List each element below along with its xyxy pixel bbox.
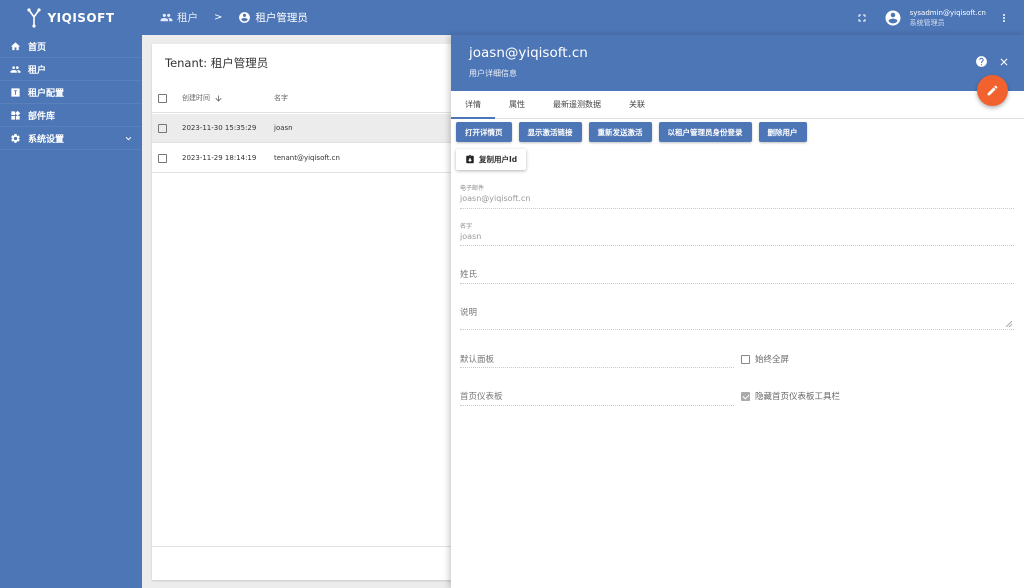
tab-latest-telemetry[interactable]: 最新遥测数据 [539,90,615,118]
cell-created-time: 2023-11-29 18:14:19 [182,154,257,162]
breadcrumb: 租户 > 租户管理员 [142,10,308,25]
last-name-field[interactable]: 姓氏 [460,268,1014,284]
widgets-icon [11,110,21,120]
column-name[interactable]: 名字 [274,93,288,103]
always-fullscreen-checkbox[interactable]: 始终全屏 [741,353,789,365]
breadcrumb-label: 租户 [177,12,198,24]
delete-user-button[interactable]: 删除用户 [758,122,807,142]
sidebar-item-system-settings[interactable]: 系统设置 [0,127,142,150]
more-vert-icon[interactable] [998,12,1010,24]
table-row[interactable]: 2023-11-30 15:35:29 joasn [152,114,462,143]
sidebar-item-label: 系统设置 [28,134,65,145]
hide-toolbar-label: 隐藏首页仪表板工具栏 [755,392,841,402]
logo-icon [27,7,42,28]
default-dashboard-field[interactable]: 默认面板 [460,353,734,368]
sidebar-item-home[interactable]: 首页 [0,35,142,58]
breadcrumb-label: 租户管理员 [255,12,308,24]
users-table-card: Tenant: 租户管理员 创建时间 名字 2023-11-30 15:35:2… [152,44,462,580]
users-icon [10,65,21,73]
column-label: 创建时间 [182,94,210,102]
table-row[interactable]: 2023-11-29 18:14:19 tenant@yiqisoft.cn [152,144,462,173]
sidebar: YIQISOFT 首页 租户 租户配置 部件库 系统设置 [0,0,142,588]
checkbox-box[interactable] [741,391,750,401]
cell-name: joasn [274,124,293,132]
sidebar-item-label: 租户 [28,65,47,76]
avatar[interactable] [884,9,902,27]
detail-tabs: 详情 属性 最新遥测数据 关联 [451,91,1024,119]
page-title: Tenant: 租户管理员 [165,56,269,70]
row-checkbox[interactable] [158,153,167,163]
email-value: joasn@yiqisoft.cn [460,194,531,203]
user-email: sysadmin@yiqisoft.cn [909,8,986,17]
tenant-profile-icon [11,87,20,97]
hide-toolbar-checkbox[interactable]: 隐藏首页仪表板工具栏 [741,390,840,402]
description-field[interactable]: 说明 [460,306,1014,330]
sidebar-item-tenant-profiles[interactable]: 租户配置 [0,81,142,104]
breadcrumb-item-tenants[interactable]: 租户 [160,10,198,25]
help-icon[interactable] [975,55,988,68]
panel-header: joasn@yiqisoft.cn 用户详细信息 [451,35,1024,91]
column-created-time[interactable]: 创建时间 [182,93,223,103]
copy-user-id-label: 复制用户Id [479,155,518,164]
cell-name: tenant@yiqisoft.cn [274,154,340,162]
top-header: 租户 > 租户管理员 sysadmin@yiqisoft.cn 系统管理员 [142,0,1024,35]
breadcrumb-item-tenant-admins: 租户管理员 [238,10,308,25]
panel-title: joasn@yiqisoft.cn [469,45,588,61]
email-label: 电子邮件 [460,185,485,192]
user-details-panel: joasn@yiqisoft.cn 用户详细信息 详情 属性 最新遥测数据 关联… [451,35,1024,588]
table-header: 创建时间 名字 [152,84,462,113]
home-dashboard-field[interactable]: 首页仪表板 [460,390,734,406]
copy-user-id-button[interactable]: 复制用户Id [456,149,527,170]
logo[interactable]: YIQISOFT [0,0,142,35]
users-icon [160,13,173,22]
tab-relations[interactable]: 关联 [615,90,659,118]
checkbox-box[interactable] [741,354,750,364]
pencil-icon [987,85,998,96]
action-buttons: 打开详情页 显示激活链接 重新发送激活 以租户管理员身份登录 删除用户 [456,122,807,142]
home-dashboard-placeholder: 首页仪表板 [460,392,503,402]
tab-details[interactable]: 详情 [451,90,495,119]
email-field[interactable]: 电子邮件 joasn@yiqisoft.cn [460,183,1014,209]
account-circle-icon [239,12,251,23]
name-label: 名字 [460,223,473,230]
always-fullscreen-label: 始终全屏 [755,355,790,365]
cell-created-time: 2023-11-30 15:35:29 [182,124,257,132]
login-as-tenant-admin-button[interactable]: 以租户管理员身份登录 [658,122,752,142]
sidebar-item-widgets[interactable]: 部件库 [0,104,142,127]
resize-handle-icon[interactable] [1006,321,1012,327]
sidebar-item-tenants[interactable]: 租户 [0,58,142,81]
sidebar-item-label: 租户配置 [28,88,65,99]
sidebar-item-label: 部件库 [28,111,56,122]
select-all-checkbox[interactable] [158,93,167,103]
gear-icon [11,133,20,143]
home-icon [10,41,21,50]
row-checkbox[interactable] [158,123,167,133]
logo-text: YIQISOFT [47,10,115,25]
close-icon[interactable] [998,56,1010,68]
fullscreen-icon[interactable] [856,12,868,24]
user-role: 系统管理员 [909,18,945,27]
edit-button[interactable] [977,75,1008,106]
name-value: joasn [460,232,482,241]
name-field[interactable]: 名字 joasn [460,221,1014,246]
clipboard-icon [466,154,474,164]
breadcrumb-separator: > [214,12,223,23]
description-placeholder: 说明 [460,308,478,318]
tab-attributes[interactable]: 属性 [495,90,539,118]
sidebar-item-label: 首页 [28,42,47,53]
panel-subtitle: 用户详细信息 [469,69,517,78]
show-activation-link-button[interactable]: 显示激活链接 [518,122,582,142]
arrow-down-icon [215,95,222,101]
last-name-placeholder: 姓氏 [460,270,478,280]
user-info[interactable]: sysadmin@yiqisoft.cn 系统管理员 [910,8,986,28]
resend-activation-button[interactable]: 重新发送激活 [588,122,652,142]
chevron-down-icon[interactable] [123,133,134,144]
user-area: sysadmin@yiqisoft.cn 系统管理员 [856,0,1010,35]
table-footer [152,546,462,580]
open-details-page-button[interactable]: 打开详情页 [456,122,512,142]
default-dashboard-placeholder: 默认面板 [460,355,495,365]
